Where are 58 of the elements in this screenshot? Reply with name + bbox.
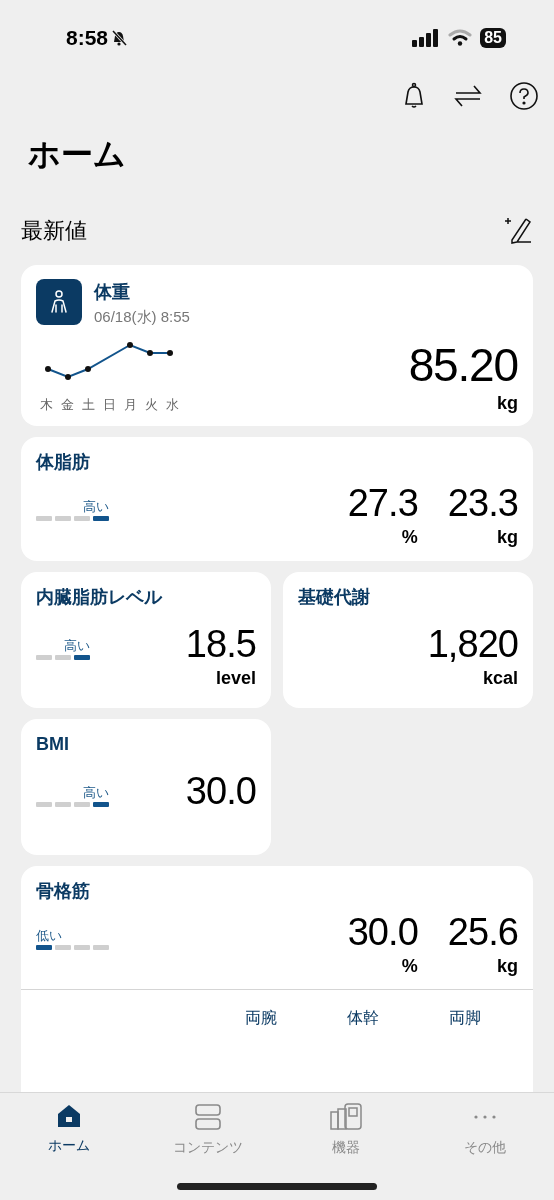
metric-value: 30.0 xyxy=(185,771,256,810)
metric-card[interactable]: 体脂肪 高い 27.3 % 23.3 kg xyxy=(21,437,533,561)
rating-label: 高い xyxy=(64,638,90,652)
unit-label: % xyxy=(401,526,418,549)
weight-card[interactable]: 体重 06/18(水) 8:55 木 金 土 日 月 火 水 85.20 kg xyxy=(21,265,533,426)
metric-card[interactable]: 基礎代謝 1,820 kcal xyxy=(283,571,533,708)
card-title: 骨格筋 xyxy=(36,880,90,901)
day-label: 土 xyxy=(82,395,95,414)
unit-label: kg xyxy=(497,954,518,977)
metric-value: 18.5 xyxy=(185,624,256,663)
status-time: 8:58 xyxy=(66,25,109,52)
day-label: 木 xyxy=(40,395,53,414)
stacked-panels-icon xyxy=(193,1103,222,1131)
metric-value: 23.3 xyxy=(447,484,518,522)
day-label: 火 xyxy=(145,395,158,414)
card-title: 体脂肪 xyxy=(36,452,90,472)
card-title: 基礎代謝 xyxy=(298,586,370,607)
bell-muted-icon xyxy=(110,29,129,47)
unit-label: kg xyxy=(497,391,518,414)
rating-label: 低い xyxy=(36,928,62,942)
section-title: 最新値 xyxy=(21,217,87,245)
devices-icon xyxy=(330,1103,363,1131)
metric-card[interactable]: 内臓脂肪レベル 高い 18.5 level xyxy=(21,571,271,708)
body-part-label: 両腕 xyxy=(245,1008,277,1028)
day-label: 日 xyxy=(103,395,116,414)
wifi-icon xyxy=(448,29,473,47)
home-icon xyxy=(56,1103,83,1129)
add-edit-icon[interactable] xyxy=(504,215,532,246)
body-part-label: 体幹 xyxy=(347,1008,379,1028)
tab-item[interactable]: ホーム xyxy=(0,1103,139,1158)
card-title: BMI xyxy=(36,733,69,754)
unit-label: kcal xyxy=(482,666,518,689)
page-title: ホーム xyxy=(27,135,127,174)
rating-label: 高い xyxy=(83,500,109,513)
measured-date: 06/18(水) 8:55 xyxy=(94,307,190,327)
signal-icon xyxy=(412,29,441,47)
day-label: 水 xyxy=(166,395,179,414)
bell-icon[interactable] xyxy=(402,82,426,110)
metric-value: 85.20 xyxy=(408,341,518,388)
more-icon xyxy=(473,1115,496,1119)
unit-label: level xyxy=(215,666,256,689)
metric-value: 25.6 xyxy=(447,912,518,951)
day-label: 月 xyxy=(124,395,137,414)
help-icon[interactable] xyxy=(510,82,538,110)
battery-indicator: 85 xyxy=(480,28,506,48)
card-title: 内臓脂肪レベル xyxy=(36,586,162,607)
unit-label: kg xyxy=(497,526,518,549)
metric-card[interactable]: BMI 高い 30.0 xyxy=(21,718,271,855)
body-part-label: 両脚 xyxy=(449,1008,481,1028)
card-title: 体重 xyxy=(94,281,131,304)
metric-card[interactable]: 骨格筋 低い 30.0 % 25.6 kg 両腕 体幹 両脚 xyxy=(21,865,533,1092)
rating-label: 高い xyxy=(83,785,109,799)
metric-value: 30.0 xyxy=(347,912,418,951)
metric-value: 27.3 xyxy=(347,484,418,522)
unit-label: % xyxy=(401,954,418,977)
day-label: 金 xyxy=(61,395,74,414)
person-icon xyxy=(36,279,82,325)
metric-value: 1,820 xyxy=(427,624,518,663)
